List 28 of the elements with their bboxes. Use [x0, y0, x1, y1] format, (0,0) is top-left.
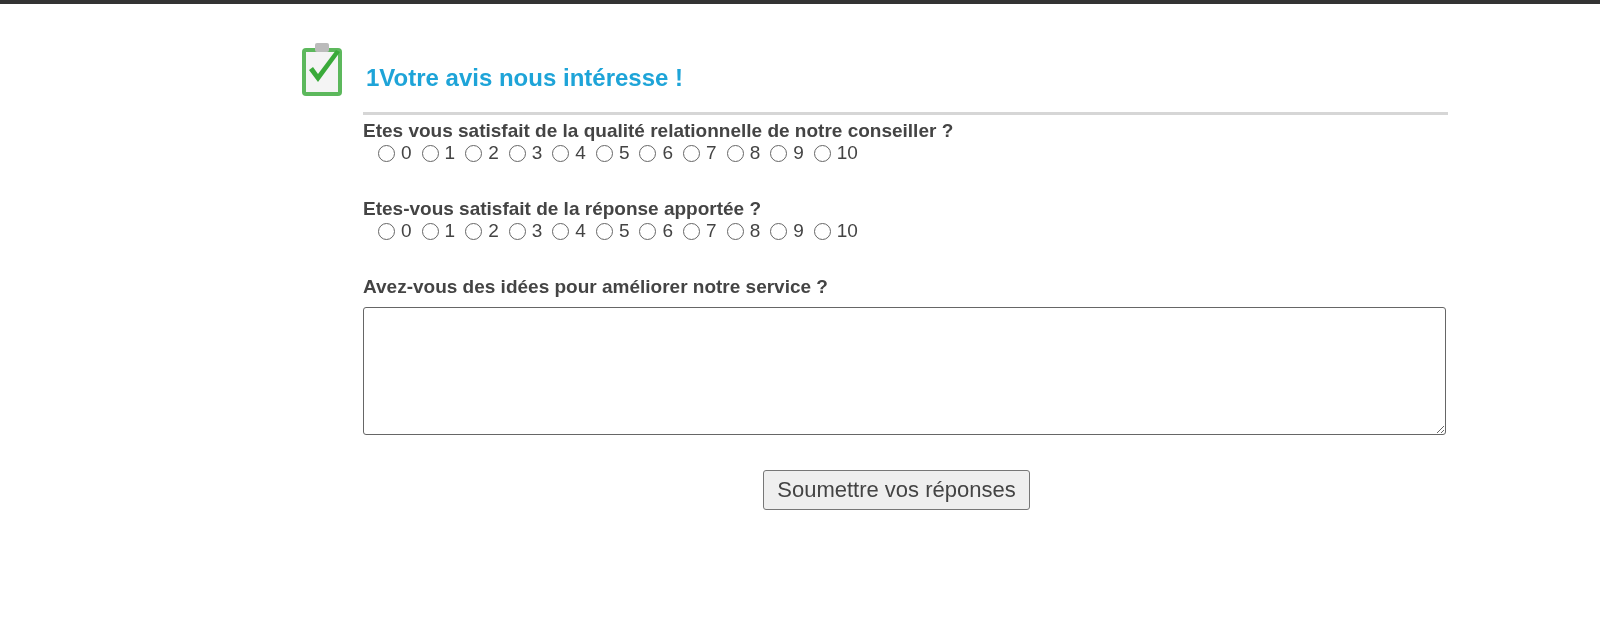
- comment-field[interactable]: [363, 307, 1446, 435]
- question-label: Etes-vous satisfait de la réponse apportée ?: [363, 199, 763, 219]
- rating-option[interactable]: 0: [378, 141, 412, 165]
- rating-option[interactable]: 8: [726, 141, 761, 165]
- rating-option[interactable]: 5: [595, 141, 630, 165]
- rating-option[interactable]: 9: [770, 219, 804, 243]
- rating-option[interactable]: 3: [508, 141, 543, 165]
- rating-option[interactable]: 8: [726, 219, 761, 243]
- question-label: Etes vous satisfait de la qualité relationnelle de notre conseiller ?: [363, 121, 955, 141]
- rating-option[interactable]: 6: [639, 219, 674, 243]
- rating-option[interactable]: 1: [421, 219, 456, 243]
- submit-button[interactable]: Soumettre vos réponses: [763, 470, 1030, 510]
- rating-option[interactable]: 9: [770, 141, 804, 165]
- rating-option[interactable]: 1: [421, 141, 456, 165]
- rating-option[interactable]: 2: [465, 141, 499, 165]
- rating-option[interactable]: 6: [639, 141, 674, 165]
- rating-option[interactable]: 3: [508, 219, 543, 243]
- rating-option[interactable]: 7: [683, 219, 717, 243]
- survey-title: 1Votre avis nous intéresse !: [366, 64, 683, 92]
- question-label: Avez-vous des idées pour améliorer notre service ?: [363, 277, 829, 297]
- rating-option[interactable]: 7: [683, 141, 717, 165]
- rating-option[interactable]: 4: [552, 219, 586, 243]
- rating-option[interactable]: 10: [813, 141, 858, 165]
- rating-option[interactable]: 0: [378, 219, 412, 243]
- rating-option[interactable]: 10: [813, 219, 858, 243]
- rating-option[interactable]: 2: [465, 219, 499, 243]
- rating-option[interactable]: 5: [595, 219, 630, 243]
- rating-option[interactable]: 4: [552, 141, 586, 165]
